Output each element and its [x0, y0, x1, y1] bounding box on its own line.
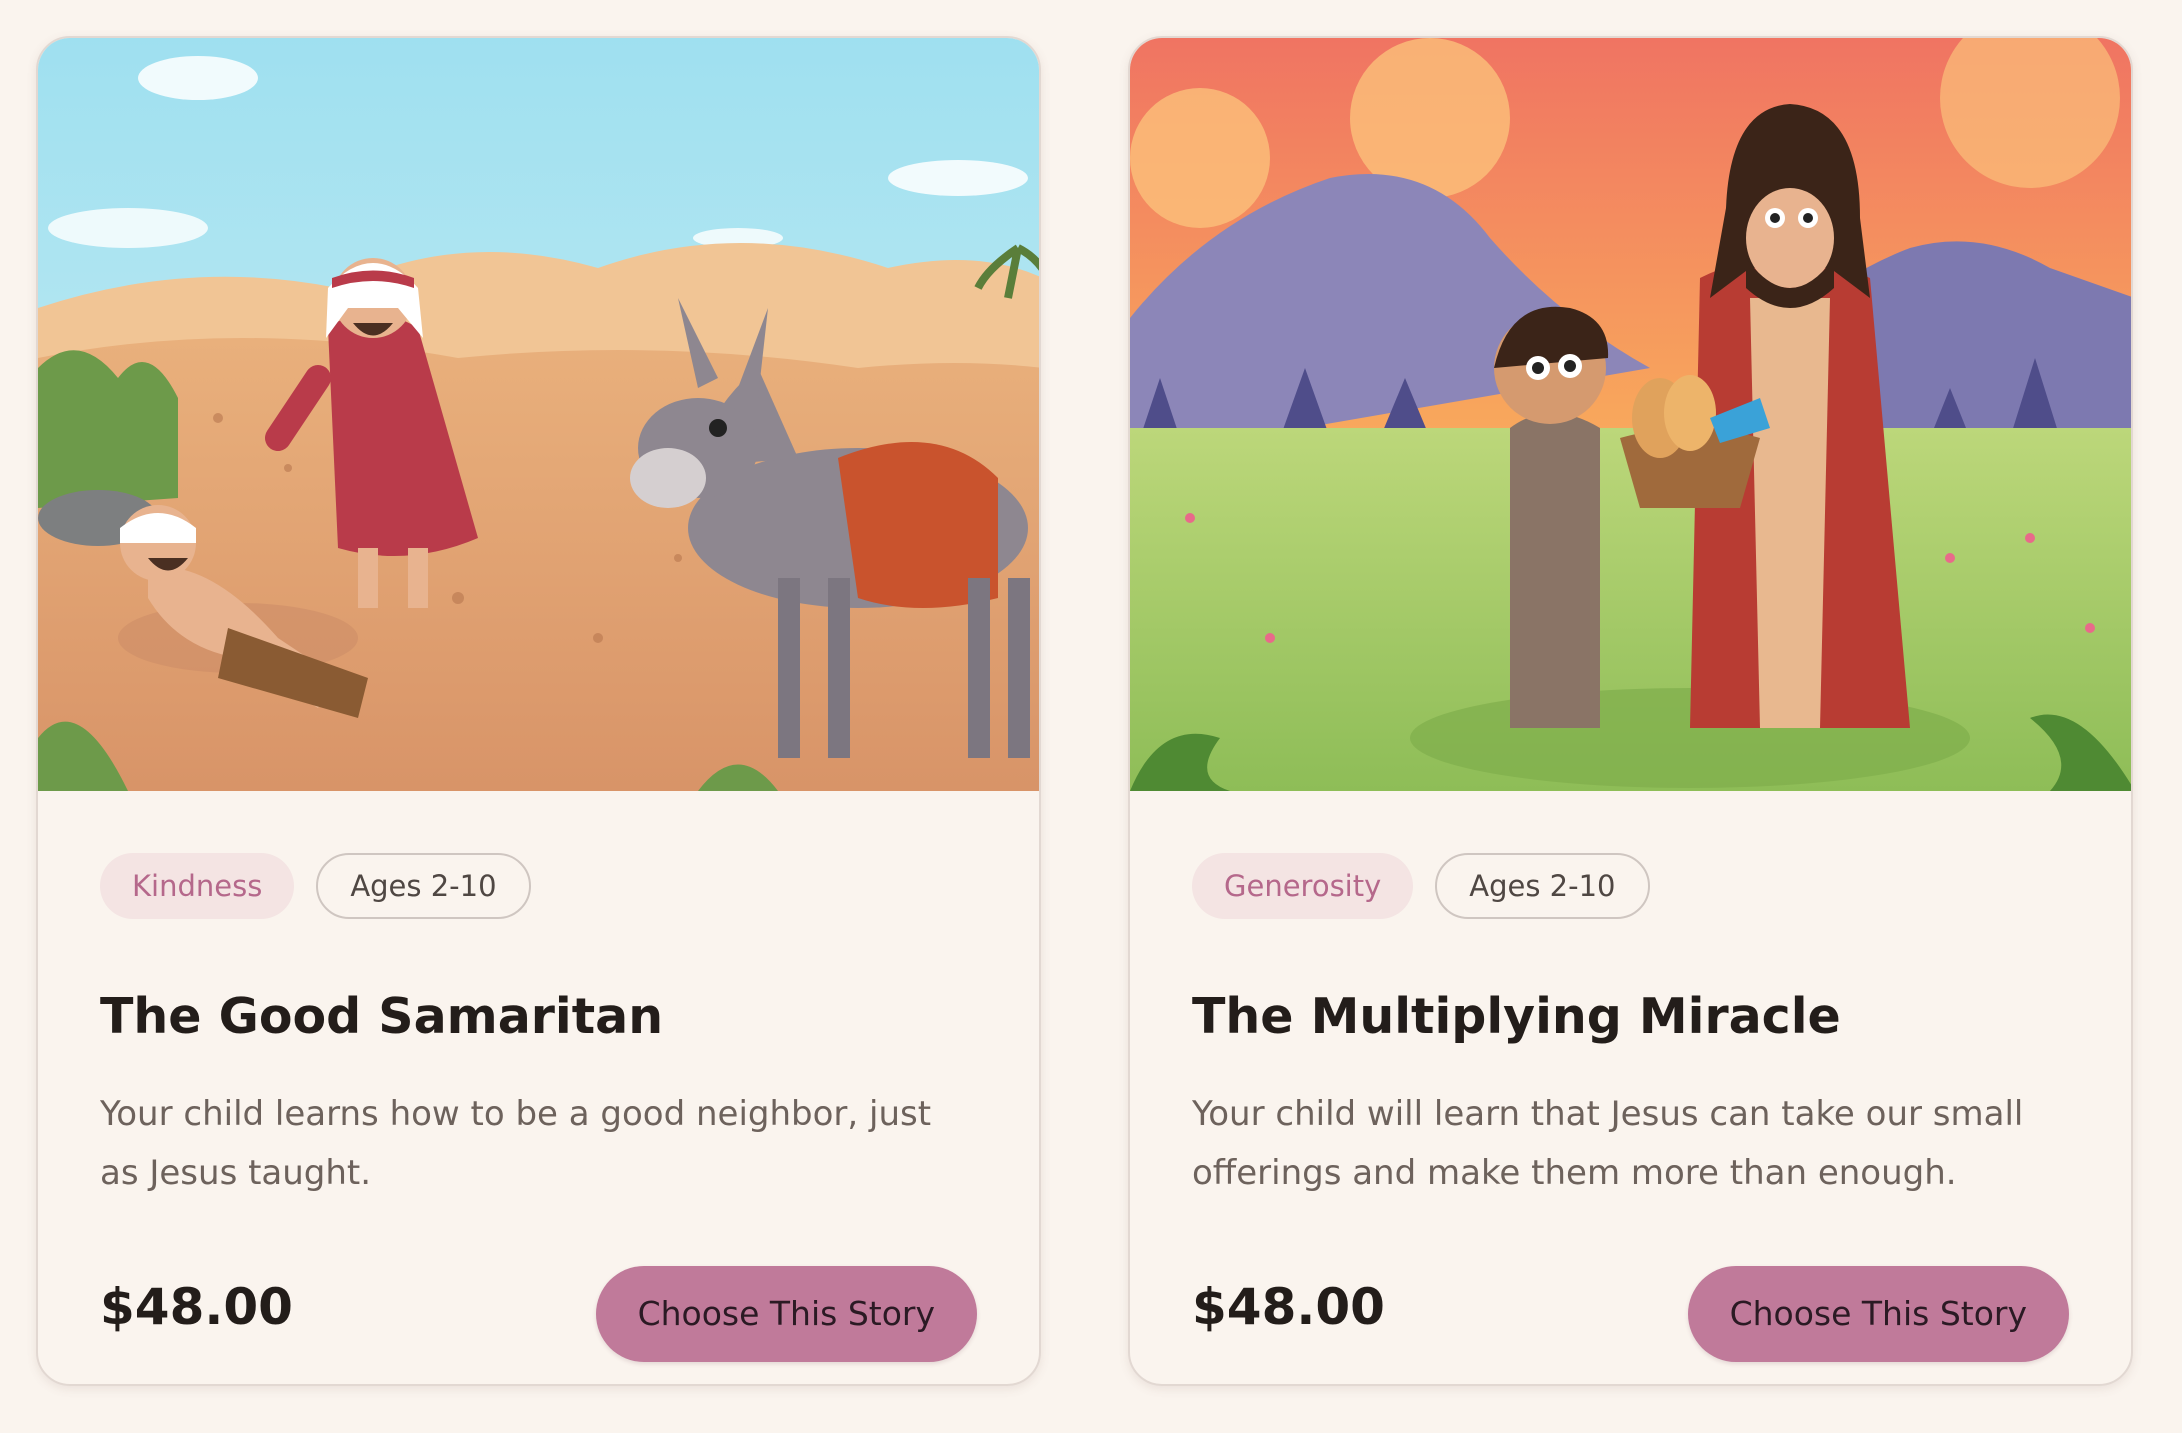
story-illustration[interactable]: [1130, 38, 2133, 791]
choose-story-button[interactable]: Choose This Story: [595, 1266, 977, 1362]
price: $48.00: [100, 1278, 293, 1336]
product-card-grid: Kindness Ages 2-10 The Good Samaritan Yo…: [0, 0, 2182, 1433]
theme-tag: Generosity: [1192, 853, 1414, 919]
story-description: Your child will learn that Jesus can tak…: [1192, 1094, 2024, 1193]
story-title: The Multiplying Miracle: [1192, 988, 1841, 1045]
product-card[interactable]: Generosity Ages 2-10 The Multiplying Mir…: [1128, 36, 2133, 1386]
story-description: Your child learns how to be a good neigh…: [100, 1094, 932, 1193]
story-title: The Good Samaritan: [100, 988, 664, 1045]
age-tag: Ages 2-10: [1435, 853, 1650, 919]
tag-list: Kindness Ages 2-10: [100, 853, 531, 919]
age-tag: Ages 2-10: [316, 853, 531, 919]
story-illustration[interactable]: [38, 38, 1041, 791]
choose-story-button[interactable]: Choose This Story: [1687, 1266, 2069, 1362]
price: $48.00: [1192, 1278, 1385, 1336]
product-card[interactable]: Kindness Ages 2-10 The Good Samaritan Yo…: [36, 36, 1041, 1386]
theme-tag: Kindness: [100, 853, 295, 919]
tag-list: Generosity Ages 2-10: [1192, 853, 1650, 919]
